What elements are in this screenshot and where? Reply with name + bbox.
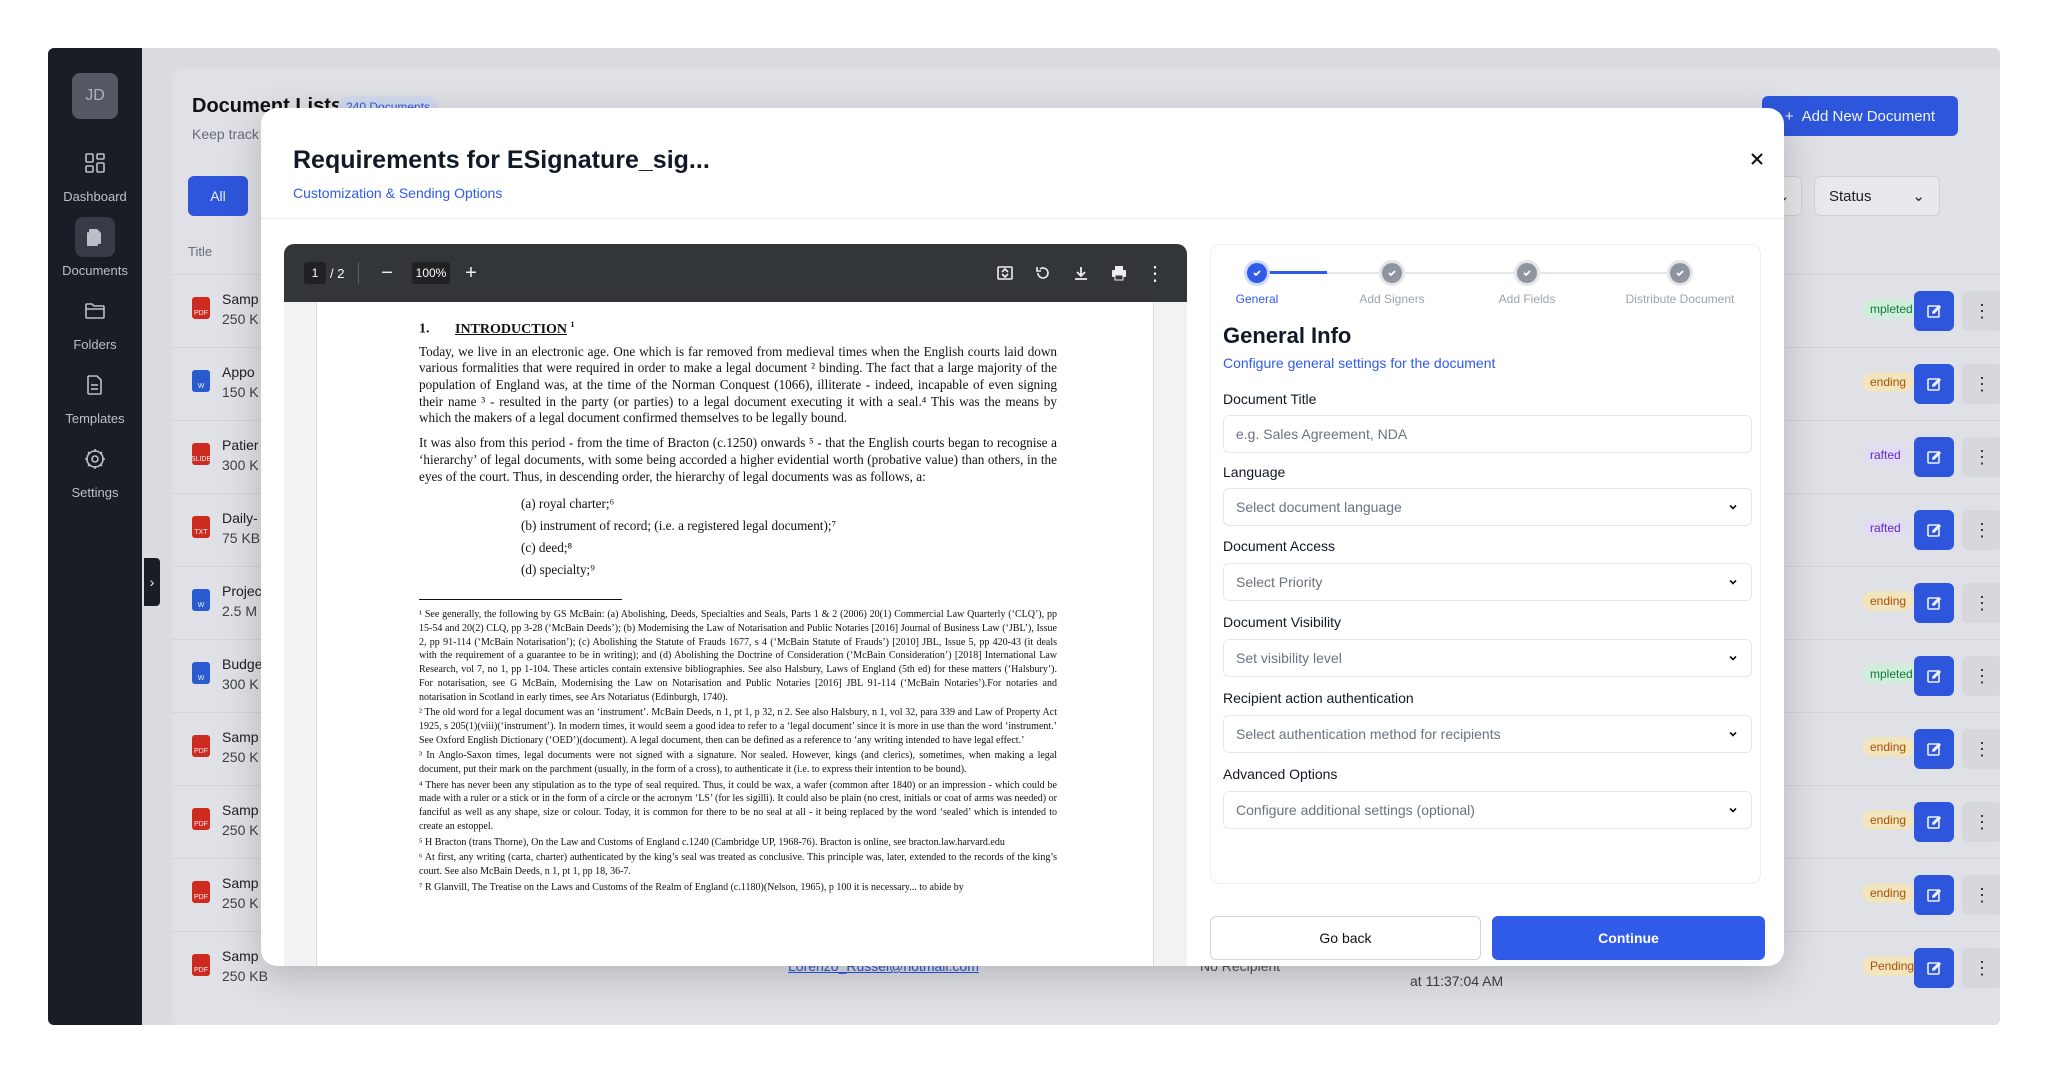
modal-subtitle: Customization & Sending Options xyxy=(293,185,503,201)
document-visibility-placeholder: Set visibility level xyxy=(1236,650,1342,666)
requirements-modal: Requirements for ESignature_sig... Custo… xyxy=(261,108,1784,966)
pdf-paragraph: Today, we live in an electronic age. One… xyxy=(419,343,1057,426)
page-number-input[interactable]: 1 xyxy=(304,262,326,284)
step-add-fields-dot[interactable] xyxy=(1517,263,1537,283)
fit-page-button[interactable] xyxy=(992,260,1018,286)
heading-number: 1. xyxy=(419,321,430,337)
download-button[interactable] xyxy=(1068,260,1094,286)
continue-button[interactable]: Continue xyxy=(1492,916,1765,960)
chevron-down-icon xyxy=(1729,579,1737,585)
document-visibility-label: Document Visibility xyxy=(1223,614,1342,630)
close-icon xyxy=(1751,153,1763,165)
recipient-auth-label: Recipient action authentication xyxy=(1223,690,1414,706)
check-icon xyxy=(1523,270,1531,277)
pdf-paragraph: It was also from this period - from the … xyxy=(419,435,1057,484)
step-add-fields-label[interactable]: Add Fields xyxy=(1487,292,1567,306)
step-general-label[interactable]: General xyxy=(1227,292,1287,306)
chevron-down-icon xyxy=(1729,731,1737,737)
modal-title: Requirements for ESignature_sig... xyxy=(293,146,710,174)
pdf-footnote: ⁵ H Bracton (trans Thorne), On the Law a… xyxy=(419,836,1005,848)
recipient-auth-placeholder: Select authentication method for recipie… xyxy=(1236,726,1501,742)
print-button[interactable] xyxy=(1106,260,1132,286)
recipient-auth-select[interactable]: Select authentication method for recipie… xyxy=(1223,715,1752,753)
download-icon xyxy=(1075,267,1087,280)
rotate-button[interactable] xyxy=(1030,260,1056,286)
fit-page-icon xyxy=(997,266,1013,280)
advanced-options-select[interactable]: Configure additional settings (optional) xyxy=(1223,791,1752,829)
heading-text: INTRODUCTION xyxy=(455,321,568,337)
pdf-footnote: ² The old word for a legal document was … xyxy=(419,707,1057,746)
pdf-footnote: ⁶ At first, any writing (carta, charter)… xyxy=(419,852,1057,877)
minus-icon: − xyxy=(381,261,393,284)
check-icon xyxy=(1388,270,1396,277)
section-title: General Info xyxy=(1223,323,1352,348)
section-subtitle: Configure general settings for the docum… xyxy=(1223,355,1496,371)
language-label: Language xyxy=(1223,464,1286,480)
step-add-signers-dot[interactable] xyxy=(1382,263,1402,283)
plus-icon: + xyxy=(465,261,477,284)
step-distribute-dot[interactable] xyxy=(1670,263,1690,283)
document-title-placeholder: e.g. Sales Agreement, NDA xyxy=(1236,426,1408,442)
pdf-footnote: ⁴ There has never been any stipulation a… xyxy=(419,779,1057,832)
check-icon xyxy=(1676,270,1684,277)
more-vertical-icon: ⋮ xyxy=(1145,262,1165,285)
document-access-label: Document Access xyxy=(1223,538,1336,554)
page-total: / 2 xyxy=(330,266,345,281)
more-options-button[interactable]: ⋮ xyxy=(1142,260,1168,286)
zoom-out-button[interactable]: − xyxy=(374,260,400,286)
zoom-in-button[interactable]: + xyxy=(458,260,484,286)
heading-footnote: 1 xyxy=(570,320,575,329)
general-info-panel: General Add Signers Add Fields Distribut… xyxy=(1210,244,1761,884)
pdf-footnote: ¹ See generally, the following by GS McB… xyxy=(419,609,1057,703)
pdf-viewer: 1 / 2 − 100% + ⋮ 1. INTRODUCTION 1 Today… xyxy=(284,244,1187,966)
rotate-icon xyxy=(1036,267,1049,279)
stepper-progress xyxy=(1259,271,1327,274)
pdf-footnote: ⁷ R Glanvill, The Treatise on the Laws a… xyxy=(419,881,964,893)
chevron-down-icon xyxy=(1729,807,1737,813)
language-select[interactable]: Select document language xyxy=(1223,488,1752,526)
document-visibility-select[interactable]: Set visibility level xyxy=(1223,639,1752,677)
pdf-toolbar: 1 / 2 − 100% + ⋮ xyxy=(284,244,1187,302)
print-icon xyxy=(1112,266,1126,281)
pdf-list-item: (a) royal charter;⁶ xyxy=(521,496,615,512)
step-general-dot[interactable] xyxy=(1247,263,1267,283)
advanced-options-label: Advanced Options xyxy=(1223,766,1338,782)
pdf-list-item: (b) instrument of record; (i.e. a regist… xyxy=(521,518,837,534)
zoom-level[interactable]: 100% xyxy=(412,262,450,284)
step-add-signers-label[interactable]: Add Signers xyxy=(1347,292,1437,306)
go-back-button[interactable]: Go back xyxy=(1210,916,1481,960)
document-title-input[interactable]: e.g. Sales Agreement, NDA xyxy=(1223,415,1752,453)
pdf-list-item: (c) deed;⁸ xyxy=(521,540,573,556)
check-icon xyxy=(1253,270,1261,277)
document-access-placeholder: Select Priority xyxy=(1236,574,1323,590)
pdf-footnote: ³ In Anglo-Saxon times, legal documents … xyxy=(419,750,1057,776)
app-window: JD Dashboard Documents Folders Templates xyxy=(48,48,2000,1025)
close-button[interactable] xyxy=(1742,144,1772,174)
document-title-label: Document Title xyxy=(1223,391,1317,407)
chevron-down-icon xyxy=(1729,504,1737,510)
step-distribute-label[interactable]: Distribute Document xyxy=(1615,292,1745,306)
advanced-options-placeholder: Configure additional settings (optional) xyxy=(1236,802,1475,818)
language-placeholder: Select document language xyxy=(1236,499,1402,515)
footnote-divider xyxy=(419,599,622,601)
pdf-heading: 1. INTRODUCTION 1 xyxy=(419,320,1057,338)
pdf-page: 1. INTRODUCTION 1 Today, we live in an e… xyxy=(316,302,1154,966)
modal-divider xyxy=(261,218,1784,219)
pdf-list-item: (d) specialty;⁹ xyxy=(521,562,595,578)
chevron-down-icon xyxy=(1729,655,1737,661)
toolbar-separator xyxy=(358,262,359,284)
document-access-select[interactable]: Select Priority xyxy=(1223,563,1752,601)
